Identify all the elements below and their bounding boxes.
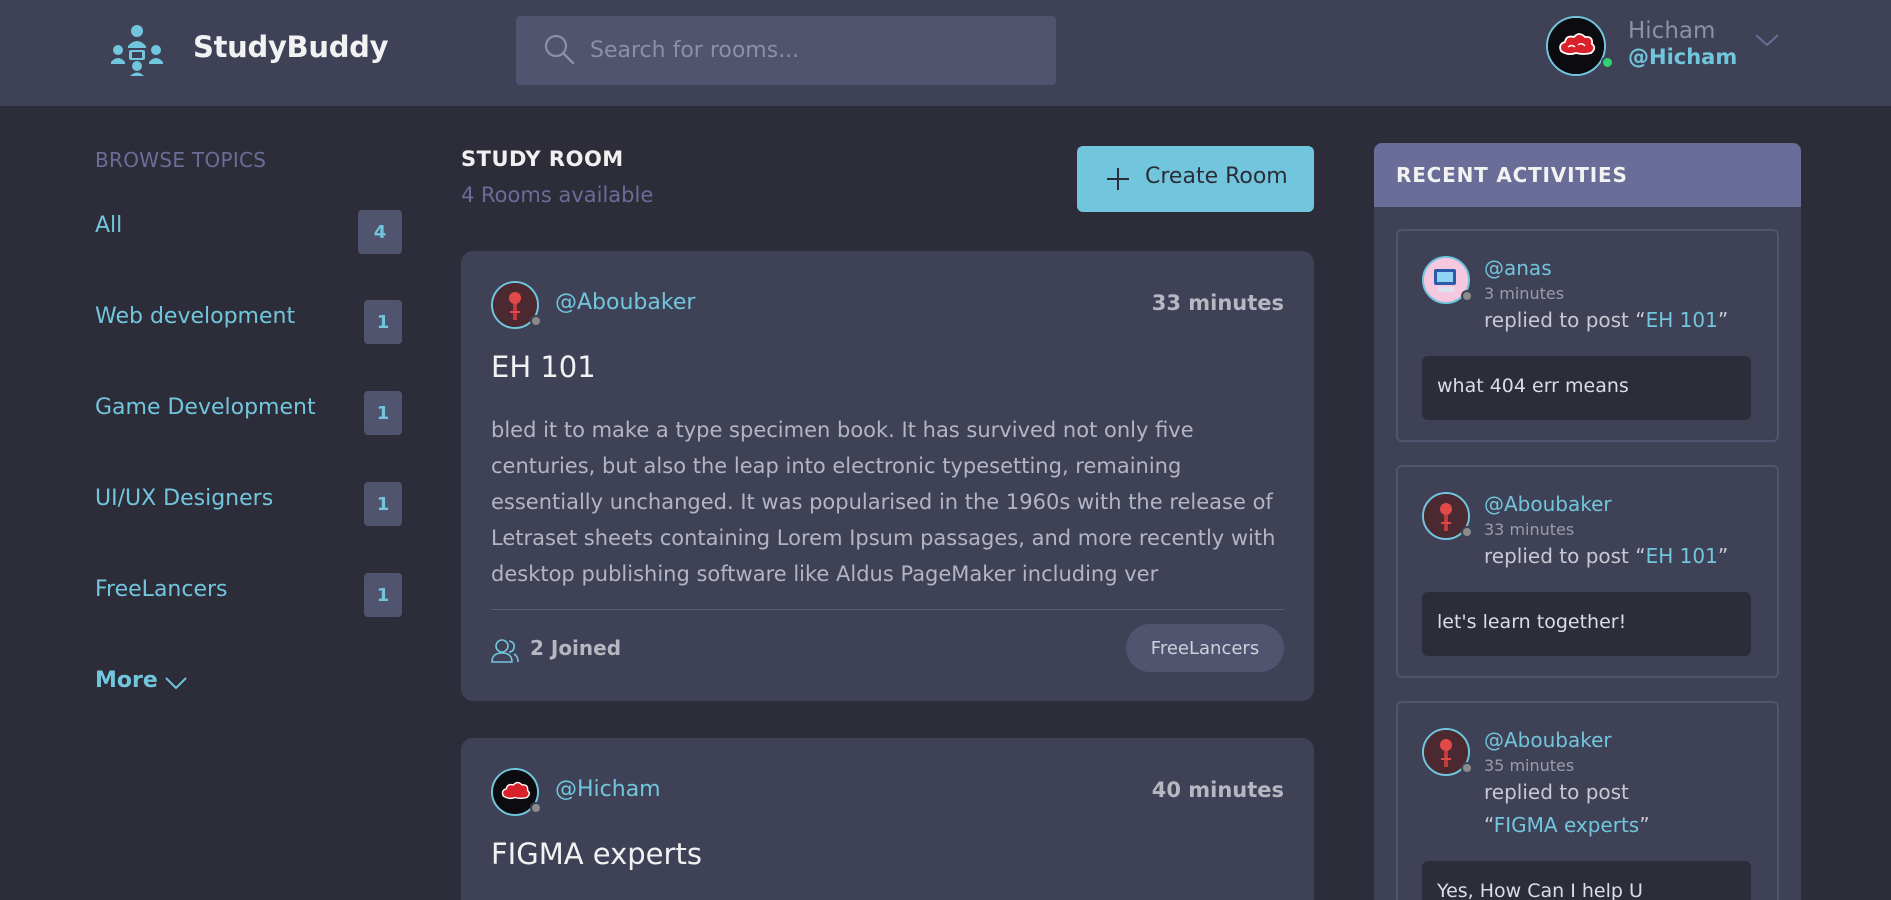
user-avatar[interactable] <box>1546 16 1614 76</box>
activity-user[interactable]: @Aboubaker <box>1484 492 1612 516</box>
activity-description: replied to post “EH 101” <box>1484 304 1764 337</box>
activity-quote-close: ” <box>1639 813 1650 837</box>
activity-action: replied to post “ <box>1484 308 1646 332</box>
browse-topics-title: BROWSE TOPICS <box>95 148 267 172</box>
create-room-label: Create Room <box>1145 164 1288 189</box>
chevron-down-icon[interactable] <box>1753 30 1781 50</box>
users-icon <box>491 639 519 663</box>
activity-reply: let's learn together! <box>1422 592 1751 656</box>
activity-avatar[interactable] <box>1422 492 1473 540</box>
rooms-count-subtitle: 4 Rooms available <box>461 183 654 207</box>
page-title: STUDY ROOM <box>461 147 624 171</box>
recent-activities-panel: RECENT ACTIVITIES @anas 3 minutes replie… <box>1374 143 1801 900</box>
activity-item: @anas 3 minutes replied to post “EH 101”… <box>1396 229 1779 442</box>
activity-reply: what 404 err means <box>1422 356 1751 420</box>
room-host-name[interactable]: @Hicham <box>555 777 661 802</box>
topic-web-development[interactable]: Web development <box>95 304 295 329</box>
room-card[interactable]: @Aboubaker 33 minutes EH 101 bled it to … <box>461 251 1314 701</box>
offline-status-dot <box>530 802 542 814</box>
topic-freelancers[interactable]: FreeLancers <box>95 577 228 602</box>
user-handle[interactable]: @Hicham <box>1628 45 1737 69</box>
room-joined-count: 2 Joined <box>530 636 622 660</box>
search-input[interactable] <box>590 27 1030 73</box>
offline-status-dot <box>1461 762 1473 774</box>
room-title[interactable]: FIGMA experts <box>491 837 702 871</box>
activity-quote-close: ” <box>1717 308 1729 332</box>
activities-title: RECENT ACTIVITIES <box>1396 163 1628 187</box>
room-card[interactable]: @Hicham 40 minutes FIGMA experts <box>461 738 1314 900</box>
activity-reply: Yes, How Can I help U <box>1422 861 1751 900</box>
activity-time: 35 minutes <box>1484 756 1575 775</box>
activity-description: replied to post “EH 101” <box>1484 540 1764 573</box>
activity-description: replied to post “FIGMA experts” <box>1484 776 1684 842</box>
activity-post-link[interactable]: EH 101 <box>1646 544 1718 568</box>
top-navbar: StudyBuddy Hicham @Hicham <box>0 0 1891 106</box>
akatsuki-cloud-icon <box>1548 18 1604 74</box>
activity-avatar[interactable] <box>1422 728 1473 776</box>
create-room-button[interactable]: Create Room <box>1077 146 1314 212</box>
topic-ui-ux-designers[interactable]: UI/UX Designers <box>95 486 273 511</box>
room-time: 40 minutes <box>1151 778 1284 802</box>
host-avatar[interactable] <box>491 768 542 816</box>
room-time: 33 minutes <box>1151 291 1284 315</box>
activities-header: RECENT ACTIVITIES <box>1374 143 1801 207</box>
offline-status-dot <box>1461 526 1473 538</box>
search-icon <box>544 34 575 65</box>
topic-count-badge: 1 <box>364 482 402 526</box>
brand-name[interactable]: StudyBuddy <box>193 30 389 64</box>
room-title[interactable]: EH 101 <box>491 350 596 384</box>
topic-count-badge: 1 <box>364 573 402 617</box>
activity-item: @Aboubaker 35 minutes replied to post “F… <box>1396 701 1779 900</box>
activity-time: 3 minutes <box>1484 284 1565 303</box>
activity-post-link[interactable]: EH 101 <box>1646 308 1718 332</box>
activity-avatar[interactable] <box>1422 256 1473 304</box>
activity-time: 33 minutes <box>1484 520 1575 539</box>
host-avatar[interactable] <box>491 281 542 329</box>
topic-game-development[interactable]: Game Development <box>95 395 316 420</box>
online-status-dot <box>1601 56 1614 69</box>
room-topic-tag[interactable]: FreeLancers <box>1126 624 1284 672</box>
activity-user[interactable]: @Aboubaker <box>1484 728 1612 752</box>
activity-action: replied to post “ <box>1484 544 1646 568</box>
topic-count-badge: 1 <box>364 391 402 435</box>
more-topics-link[interactable]: More <box>95 668 158 693</box>
room-description: bled it to make a type specimen book. It… <box>491 418 1276 586</box>
chevron-down-icon[interactable] <box>163 675 189 691</box>
study-group-logo-icon[interactable] <box>110 24 164 76</box>
topic-count-badge: 1 <box>364 300 402 344</box>
activity-post-link[interactable]: FIGMA experts <box>1494 813 1639 837</box>
plus-icon <box>1107 168 1129 190</box>
topic-all[interactable]: All <box>95 213 122 238</box>
activity-item: @Aboubaker 33 minutes replied to post “E… <box>1396 465 1779 678</box>
room-host-name[interactable]: @Aboubaker <box>555 290 695 315</box>
activity-user[interactable]: @anas <box>1484 256 1552 280</box>
offline-status-dot <box>530 315 542 327</box>
activity-quote-close: ” <box>1717 544 1729 568</box>
user-display-name[interactable]: Hicham <box>1628 18 1715 44</box>
room-divider <box>491 609 1284 610</box>
offline-status-dot <box>1461 290 1473 302</box>
topic-count-badge: 4 <box>358 210 402 254</box>
